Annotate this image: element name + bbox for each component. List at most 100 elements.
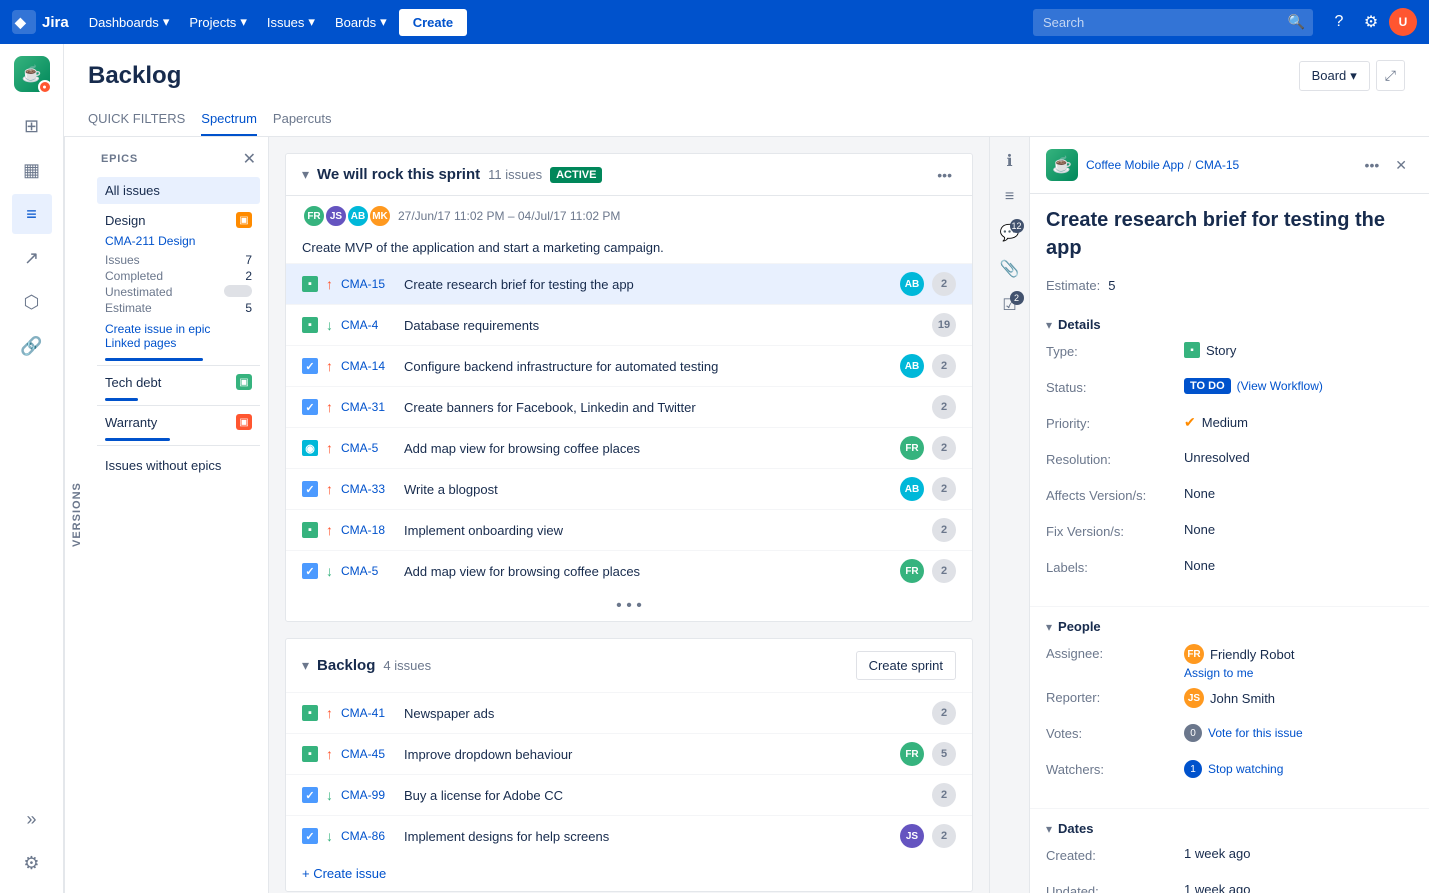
dates-section-header[interactable]: ▾ Dates (1046, 821, 1413, 836)
issue-row[interactable]: ✓ ↑ CMA-14 Configure backend infrastruct… (286, 345, 972, 386)
sprint-toggle-icon[interactable]: ▾ (302, 166, 309, 183)
epic-stat-estimate: Estimate 5 (105, 300, 252, 316)
epic-name-techdebt[interactable]: Tech debt ▣ (97, 370, 260, 394)
detail-info-icon[interactable]: ℹ (994, 145, 1026, 177)
search-input[interactable] (1033, 9, 1313, 36)
project-icon[interactable]: ☕ ● (14, 56, 50, 92)
status-badge[interactable]: TO DO (1184, 378, 1231, 394)
sprint-actions: ••• (933, 167, 956, 183)
detail-title: Create research brief for testing the ap… (1030, 194, 1429, 274)
create-button[interactable]: Create (399, 9, 467, 36)
sidebar-releases-icon[interactable]: ⬡ (12, 282, 52, 322)
epic-stat-unestimated: Unestimated (105, 284, 252, 300)
details-section-header[interactable]: ▾ Details (1046, 317, 1413, 332)
assign-me-link[interactable]: Assign to me (1184, 666, 1253, 680)
nav-issues[interactable]: Issues ▾ (259, 8, 323, 36)
issue-row[interactable]: ▪ ↑ CMA-18 Implement onboarding view 2 (286, 509, 972, 550)
dashboards-dropdown-icon: ▾ (163, 14, 170, 30)
breadcrumb-project[interactable]: Coffee Mobile App (1086, 158, 1184, 172)
create-issue-in-epic-link[interactable]: Create issue in epic (105, 322, 252, 336)
epic-sub-design[interactable]: CMA-211 Design (97, 232, 260, 250)
sprint-end-dots[interactable]: • • • (616, 597, 642, 615)
board-button[interactable]: Board ▾ (1299, 61, 1370, 91)
issue-avatar: FR (900, 436, 924, 460)
jira-logo[interactable]: ◆ Jira (12, 10, 69, 34)
settings-icon[interactable]: ⚙ (1357, 8, 1385, 36)
stop-watching-link[interactable]: Stop watching (1208, 762, 1283, 776)
priority-high-icon: ↑ (326, 746, 333, 762)
epic-name-warranty[interactable]: Warranty ▣ (97, 410, 260, 434)
issue-summary: Write a blogpost (404, 482, 892, 497)
checklist-badge: 2 (1010, 291, 1024, 305)
sidebar-pages-icon[interactable]: 🔗 (12, 326, 52, 366)
detail-details-icon[interactable]: ≡ (994, 181, 1026, 213)
issue-summary: Implement designs for help screens (404, 829, 892, 844)
nav-boards[interactable]: Boards ▾ (327, 8, 395, 36)
expand-button[interactable]: ⤢ (1376, 60, 1405, 91)
issue-type-story-icon: ▪ (302, 705, 318, 721)
detail-close-icon[interactable]: ✕ (1389, 153, 1413, 178)
boards-dropdown-icon: ▾ (380, 14, 387, 30)
field-assignee: Assignee: FR Friendly Robot Assign to me (1046, 644, 1413, 680)
issue-row[interactable]: ✓ ↓ CMA-5 Add map view for browsing coff… (286, 550, 972, 591)
epic-without-label[interactable]: Issues without epics (97, 450, 260, 481)
sprint-header: ▾ We will rock this sprint 11 issues ACT… (286, 154, 972, 196)
epics-close-icon[interactable]: ✕ (243, 149, 256, 169)
vote-link[interactable]: Vote for this issue (1208, 726, 1303, 740)
versions-tab[interactable]: VERSIONS (64, 137, 89, 893)
quick-filter-spectrum[interactable]: Spectrum (201, 103, 257, 136)
detail-checklist-icon[interactable]: ☑ 2 (994, 289, 1026, 321)
create-issue-link[interactable]: + Create issue (286, 856, 972, 891)
backlog-toggle-icon[interactable]: ▾ (302, 657, 309, 674)
issue-row[interactable]: ▪ ↑ CMA-15 Create research brief for tes… (286, 263, 972, 304)
issue-summary: Buy a license for Adobe CC (404, 788, 924, 803)
detail-project-icon: ☕ (1046, 149, 1078, 181)
detail-attachments-icon[interactable]: 📎 (994, 253, 1026, 285)
sidebar-backlog-icon[interactable]: ≡ (12, 194, 52, 234)
sprint-avatar-2: JS (324, 204, 348, 228)
linked-pages-link[interactable]: Linked pages (105, 336, 252, 350)
breadcrumb-issue-key[interactable]: CMA-15 (1195, 158, 1239, 172)
sprint-more-icon[interactable]: ••• (933, 163, 956, 187)
estimate-label: Estimate: (1046, 278, 1100, 293)
epic-separator-2 (97, 405, 260, 406)
people-section-header[interactable]: ▾ People (1046, 619, 1413, 634)
assignee-name: Friendly Robot (1210, 647, 1295, 662)
issue-type-story-icon: ▪ (302, 522, 318, 538)
nav-projects[interactable]: Projects ▾ (181, 8, 255, 36)
issue-type-task-icon: ✓ (302, 399, 318, 415)
issue-key: CMA-33 (341, 482, 396, 496)
view-workflow-link[interactable]: (View Workflow) (1237, 379, 1323, 393)
nav-dashboards[interactable]: Dashboards ▾ (81, 8, 178, 36)
epic-name-design[interactable]: Design ▣ (97, 208, 260, 232)
user-avatar[interactable]: U (1389, 8, 1417, 36)
issue-row[interactable]: ▪ ↓ CMA-4 Database requirements 19 (286, 304, 972, 345)
estimate-value: 5 (1108, 278, 1115, 293)
issue-row[interactable]: ▪ ↑ CMA-45 Improve dropdown behaviour FR… (286, 733, 972, 774)
priority-high-icon: ↑ (326, 399, 333, 415)
issue-row[interactable]: ✓ ↑ CMA-33 Write a blogpost AB 2 (286, 468, 972, 509)
issue-row[interactable]: ✓ ↓ CMA-99 Buy a license for Adobe CC 2 (286, 774, 972, 815)
quick-filter-papercuts[interactable]: Papercuts (273, 103, 332, 136)
sidebar-board-icon[interactable]: ▦ (12, 150, 52, 190)
help-icon[interactable]: ? (1325, 8, 1353, 36)
comments-badge: 12 (1010, 219, 1024, 233)
sidebar-home-icon[interactable]: ⊞ (12, 106, 52, 146)
detail-more-icon[interactable]: ••• (1359, 153, 1386, 177)
sidebar-expand-icon[interactable]: » (12, 799, 52, 839)
issue-key: CMA-18 (341, 523, 396, 537)
assignee-avatar: FR (1184, 644, 1204, 664)
epic-all-issues[interactable]: All issues (97, 177, 260, 204)
detail-comments-icon[interactable]: 💬 12 (994, 217, 1026, 249)
sidebar-settings-icon[interactable]: ⚙ (12, 843, 52, 883)
issue-row[interactable]: ✓ ↓ CMA-86 Implement designs for help sc… (286, 815, 972, 856)
issue-row[interactable]: ▪ ↑ CMA-41 Newspaper ads 2 (286, 692, 972, 733)
issue-row[interactable]: ✓ ↑ CMA-31 Create banners for Facebook, … (286, 386, 972, 427)
sidebar-reports-icon[interactable]: ↗ (12, 238, 52, 278)
epic-badge-design: ▣ (236, 212, 252, 228)
create-sprint-button[interactable]: Create sprint (856, 651, 956, 680)
medium-priority-icon: ✔ (1184, 414, 1196, 431)
issue-points: 2 (932, 518, 956, 542)
issue-row[interactable]: ◉ ↑ CMA-5 Add map view for browsing coff… (286, 427, 972, 468)
project-badge: ● (38, 80, 52, 94)
